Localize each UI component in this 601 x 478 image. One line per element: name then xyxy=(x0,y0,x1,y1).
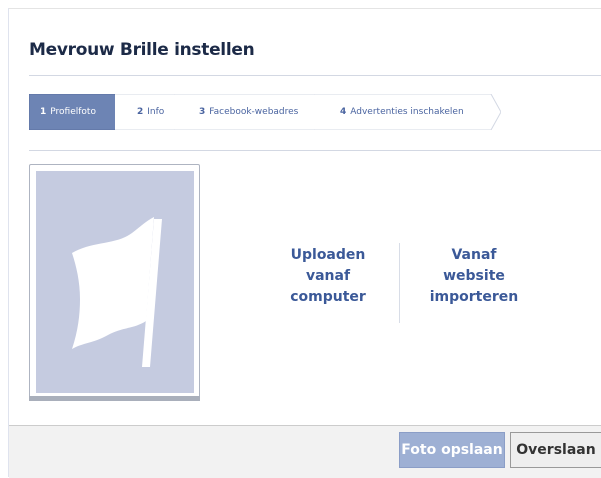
step-3-label: Facebook-webadres xyxy=(209,107,299,117)
import-from-website-link[interactable]: Vanaf website importeren xyxy=(424,245,524,308)
profile-photo-shadow xyxy=(29,396,200,401)
upload-line-1: Uploaden xyxy=(290,247,366,263)
step-4-number: 4 xyxy=(340,107,347,117)
skip-button[interactable]: Overslaan xyxy=(510,432,601,468)
profile-photo-placeholder xyxy=(36,171,194,393)
dialog-left-border xyxy=(8,8,9,477)
profile-photo-frame xyxy=(29,164,200,400)
step-1-label: Profielfoto xyxy=(50,107,96,117)
steps-divider xyxy=(29,150,601,151)
step-3-number: 3 xyxy=(199,107,206,117)
step-4-label: Advertenties inschakelen xyxy=(350,107,464,117)
setup-dialog: Mevrouw Brille instellen 1 Profielfoto 2I… xyxy=(0,0,601,478)
upload-line-3: computer xyxy=(290,289,366,305)
import-line-2: website xyxy=(443,268,505,284)
dialog-title: Mevrouw Brille instellen xyxy=(29,40,255,60)
upload-line-2: vanaf xyxy=(305,268,351,284)
flag-icon xyxy=(72,217,162,367)
actions-divider xyxy=(399,243,400,323)
step-2-label: Info xyxy=(147,107,165,117)
step-2-number: 2 xyxy=(137,107,144,117)
import-line-1: Vanaf xyxy=(451,247,497,263)
step-1-number: 1 xyxy=(40,107,47,117)
step-profile-photo[interactable]: 1 Profielfoto xyxy=(29,94,125,130)
upload-from-computer-link[interactable]: Uploaden vanaf computer xyxy=(283,245,373,308)
save-photo-button[interactable]: Foto opslaan xyxy=(399,432,505,468)
import-line-3: importeren xyxy=(429,289,519,305)
step-enable-ads[interactable]: 4 Advertenties inschakelen xyxy=(315,94,501,130)
dialog-top-border xyxy=(8,8,601,9)
step-facebook-address[interactable]: 3 Facebook-webadres xyxy=(175,94,325,130)
title-divider xyxy=(29,75,601,76)
